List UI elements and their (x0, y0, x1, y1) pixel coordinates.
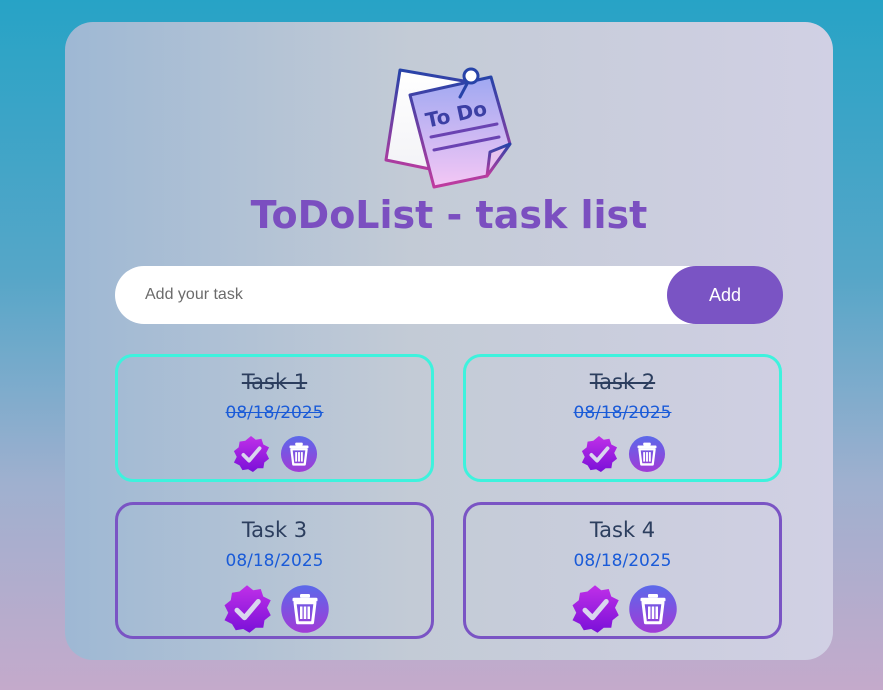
task-card: Task 3 08/18/2025 (115, 502, 434, 639)
task-date: 08/18/2025 (225, 403, 324, 423)
todo-note-icon: To Do (384, 67, 512, 189)
task-name: Task 4 (589, 518, 656, 542)
task-name: Task 2 (589, 370, 656, 394)
task-name: Task 1 (241, 370, 308, 394)
task-card: Task 4 08/18/2025 (463, 502, 782, 639)
task-date: 08/18/2025 (573, 551, 672, 571)
check-badge-icon[interactable] (580, 435, 618, 473)
check-badge-icon[interactable] (570, 584, 620, 634)
trash-icon[interactable] (280, 435, 318, 473)
task-input[interactable] (115, 266, 715, 324)
task-date: 08/18/2025 (225, 551, 324, 571)
check-badge-icon[interactable] (232, 435, 270, 473)
trash-icon[interactable] (280, 584, 330, 634)
trash-icon[interactable] (628, 435, 666, 473)
check-badge-icon[interactable] (222, 584, 272, 634)
todo-card: To Do ToDoList - task list Add Task 1 08… (65, 22, 833, 660)
add-button[interactable]: Add (667, 266, 783, 324)
page-title: ToDoList - task list (250, 193, 648, 237)
task-card: Task 2 08/18/2025 (463, 354, 782, 482)
trash-icon[interactable] (628, 584, 678, 634)
task-name: Task 3 (241, 518, 308, 542)
task-card: Task 1 08/18/2025 (115, 354, 434, 482)
task-date: 08/18/2025 (573, 403, 672, 423)
add-task-form: Add (115, 266, 783, 324)
